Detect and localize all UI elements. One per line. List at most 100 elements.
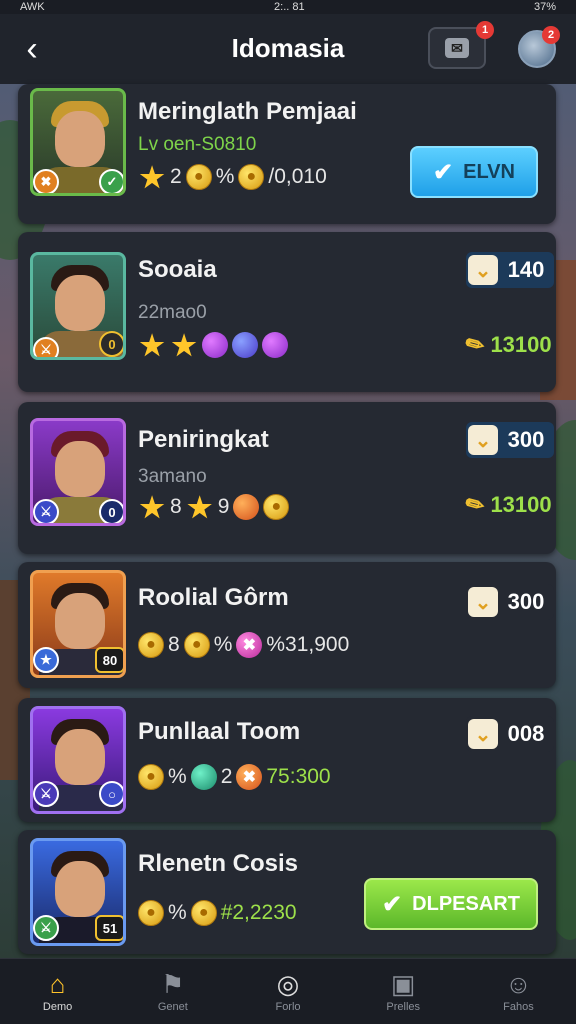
teal-gem-icon [190, 764, 217, 790]
reward-value: #2,2230 [220, 901, 297, 924]
card-title: Peniringkat [138, 426, 269, 453]
nav-label: Genet [157, 1000, 188, 1013]
cost-value: 300 [507, 589, 545, 614]
reward-value: /0,010 [268, 165, 327, 188]
chevron-down-icon: ⌄ [468, 587, 498, 617]
star-icon: ★ [187, 491, 213, 523]
hero-portrait[interactable]: ★ 80 [30, 570, 126, 678]
nav-label: Forlo [275, 1000, 301, 1013]
rank-badge-icon: ✖ [33, 169, 59, 193]
reward-row: ● 8 ● % ✖ %31,900 [138, 632, 349, 658]
leaderboard-card: ⚔ ○ Punllaal Toom ● % 2 ✖ 75:300 ⌄ 008 [18, 698, 556, 822]
nav-label: Fahos [503, 1000, 534, 1013]
leaderboard-card: ⚔ 51 Rlenetn Cosis ● % ● #2,2230 ✔ DLPES… [18, 830, 556, 954]
reward-value: 75:300 [266, 765, 331, 788]
reward-value: %31,900 [266, 633, 350, 656]
level-badge: 80 [95, 647, 123, 673]
cost-pill[interactable]: ⌄ 300 [466, 584, 554, 620]
purple-gem-icon [202, 332, 228, 358]
check-icon: ✔ [382, 890, 403, 918]
coin-icon: ● [138, 764, 164, 790]
shield-icon: ○ [99, 781, 123, 807]
cost-value: 140 [507, 257, 545, 282]
nav-item-map[interactable]: ⚑ Genet [115, 959, 230, 1024]
nav-item-compass[interactable]: ◎ Forlo [230, 959, 345, 1024]
back-button[interactable]: ‹ [12, 32, 52, 66]
profile-icon: ☺ [505, 968, 532, 999]
chevron-down-icon: ⌄ [468, 425, 498, 455]
hero-portrait[interactable]: ⚔ 0 [30, 252, 126, 360]
cost-pill[interactable]: ⌄ 140 [466, 252, 554, 288]
coin-icon: ● [238, 164, 265, 190]
clock: 2:.. 81 [274, 1, 305, 13]
chevron-down-icon: ⌄ [468, 255, 498, 285]
home-icon: ⌂ [49, 968, 66, 999]
reward-value: % [168, 765, 187, 788]
purple-gem-icon [262, 332, 288, 358]
reward-row: ● % ● #2,2230 [138, 900, 297, 926]
check-badge-icon: ✓ [99, 169, 123, 193]
hero-portrait[interactable]: ⚔ 51 [30, 838, 126, 946]
nav-item-home[interactable]: ⌂ Demo [0, 959, 115, 1024]
coin-icon: ● [138, 900, 164, 926]
star-badge-icon: ★ [33, 647, 59, 673]
leaderboard-card: ⚔ 0 Sooaia 22mao0 ★ ★ ⌄ 140 ✎ 13100 [18, 232, 556, 392]
hero-portrait[interactable]: ✖ ✓ [30, 88, 126, 196]
message-icon: ✉ [445, 38, 469, 58]
sword-icon: ⚔ [33, 915, 59, 941]
back-arrow-icon: ‹ [26, 30, 38, 68]
bottom-nav: ⌂ Demo ⚑ Genet ◎ Forlo ▣ Prelles ☺ Fahos [0, 958, 576, 1024]
hero-portrait[interactable]: ⚔ ○ [30, 706, 126, 814]
orange-orb-icon: ✖ [236, 764, 263, 790]
side-reward-value: 13100 [490, 332, 552, 357]
sword-icon: ⚔ [33, 499, 59, 523]
pencil-icon: ✎ [460, 489, 490, 521]
card-subtitle: Lv oen-S0810 [138, 134, 257, 155]
messages-button[interactable]: ✉ 1 [428, 21, 494, 69]
leaderboard-card: ⚔ 0 Peniringkat 3amano ★ 8 ★ 9 ● ⌄ 300 ✎… [18, 402, 556, 554]
reward-value: 2 [220, 765, 233, 788]
level-badge: 0 [99, 331, 123, 357]
pink-orb-icon: ✖ [236, 632, 263, 658]
battery-label: 37% [533, 1, 556, 13]
dispatch-button[interactable]: ✔ DLPESART [364, 878, 538, 930]
reward-value: 8 [168, 633, 180, 656]
compass-icon: ◎ [276, 968, 300, 999]
nav-label: Demo [42, 1000, 73, 1013]
sword-icon: ⚔ [33, 781, 59, 807]
coin-icon: ● [263, 494, 290, 520]
blue-gem-icon [232, 332, 258, 358]
side-reward: ✎ 13100 [461, 329, 552, 360]
card-title: Sooaia [138, 256, 217, 283]
nav-item-book[interactable]: ▣ Prelles [346, 959, 461, 1024]
reward-value: % [215, 165, 235, 188]
profile-avatar-button[interactable]: 2 [518, 26, 560, 68]
hero-portrait[interactable]: ⚔ 0 [30, 418, 126, 526]
pencil-icon: ✎ [460, 329, 490, 361]
card-title: Rlenetn Cosis [138, 850, 299, 877]
crossed-swords-icon: ⚔ [33, 337, 59, 357]
check-icon: ✔ [433, 158, 454, 186]
card-subtitle: 22mao0 [138, 302, 207, 323]
message-count-badge: 1 [476, 21, 494, 39]
orange-orb-icon [233, 494, 260, 520]
cost-value: 300 [507, 427, 545, 452]
cost-value: 008 [507, 721, 545, 746]
star-icon: ★ [171, 329, 197, 361]
reward-row: ★ 2 ● % ● /0,010 [138, 162, 327, 193]
app-header: ‹ Idomasia ✉ 1 2 [0, 14, 576, 84]
side-reward: ✎ 13100 [461, 489, 552, 520]
claim-button[interactable]: ✔ ELVN [410, 146, 538, 198]
nav-item-profile[interactable]: ☺ Fahos [461, 959, 576, 1024]
level-badge: 0 [99, 499, 123, 523]
coin-icon: ● [183, 632, 210, 658]
nav-label: Prelles [386, 1000, 421, 1013]
claim-button-label: ELVN [463, 160, 515, 183]
profile-badge: 2 [542, 26, 560, 44]
cost-pill[interactable]: ⌄ 300 [466, 422, 554, 458]
dispatch-button-label: DLPESART [412, 892, 520, 915]
star-icon: ★ [139, 329, 165, 361]
reward-row: ★ ★ [138, 329, 288, 361]
cost-pill[interactable]: ⌄ 008 [466, 716, 554, 752]
star-icon: ★ [139, 491, 165, 523]
